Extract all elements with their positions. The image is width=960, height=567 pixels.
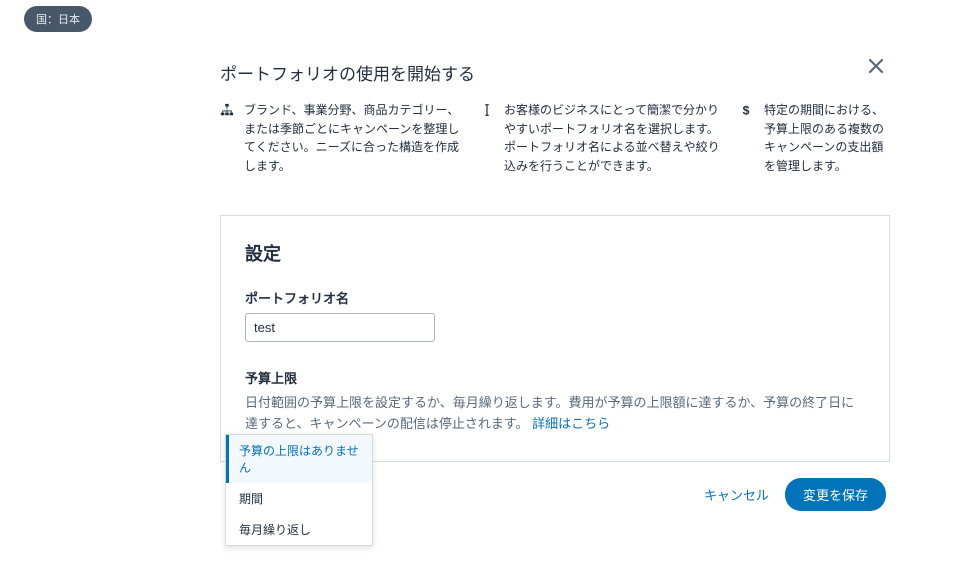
svg-text:$: $: [743, 103, 750, 117]
budget-cap-label: 予算上限: [245, 368, 865, 387]
name-field: ポートフォリオ名: [245, 288, 865, 342]
header-section: ポートフォリオの使用を開始する ブランド、事業分野、商品カテゴリー、または季節ご…: [220, 50, 890, 191]
tip-budget: $ 特定の期間における、予算上限のある複数のキャンペーンの支出額を管理します。: [740, 101, 890, 175]
tip-text: ブランド、事業分野、商品カテゴリー、または季節ごとにキャンペーンを整理してくださ…: [244, 101, 462, 175]
portfolio-name-label: ポートフォリオ名: [245, 288, 865, 307]
close-icon[interactable]: [868, 58, 884, 77]
portfolio-name-input[interactable]: [245, 313, 435, 342]
text-cursor-icon: [480, 101, 496, 175]
learn-more-link[interactable]: 詳細はこちら: [532, 416, 610, 431]
budget-section: 予算上限 日付範囲の予算上限を設定するか、毎月繰り返します。費用が予算の上限額に…: [245, 368, 865, 435]
page-title: ポートフォリオの使用を開始する: [220, 60, 890, 85]
sitemap-icon: [220, 101, 236, 175]
portfolio-editor: ポートフォリオの使用を開始する ブランド、事業分野、商品カテゴリー、または季節ご…: [220, 50, 890, 511]
cancel-button[interactable]: キャンセル: [704, 485, 769, 504]
settings-heading: 設定: [245, 240, 865, 266]
dollar-icon: $: [740, 101, 756, 175]
dropdown-item-date-range[interactable]: 期間: [226, 483, 372, 514]
budget-cap-description: 日付範囲の予算上限を設定するか、毎月繰り返します。費用が予算の上限額に達するか、…: [245, 393, 865, 435]
country-pill[interactable]: 国：日本: [24, 6, 92, 32]
tips-row: ブランド、事業分野、商品カテゴリー、または季節ごとにキャンペーンを整理してくださ…: [220, 101, 890, 175]
dropdown-item-no-budget-cap[interactable]: 予算の上限はありません: [226, 435, 372, 483]
settings-card: 設定 ポートフォリオ名 予算上限 日付範囲の予算上限を設定するか、毎月繰り返しま…: [220, 215, 890, 462]
dropdown-item-monthly[interactable]: 毎月繰り返し: [226, 514, 372, 545]
tip-naming: お客様のビジネスにとって簡潔で分かりやすいポートフォリオ名を選択します。ポートフ…: [480, 101, 722, 175]
budget-cap-dropdown[interactable]: 予算の上限はありません 期間 毎月繰り返し: [225, 434, 373, 546]
tip-organize: ブランド、事業分野、商品カテゴリー、または季節ごとにキャンペーンを整理してくださ…: [220, 101, 462, 175]
save-button[interactable]: 変更を保存: [785, 478, 886, 511]
tip-text: 特定の期間における、予算上限のある複数のキャンペーンの支出額を管理します。: [764, 101, 890, 175]
tip-text: お客様のビジネスにとって簡潔で分かりやすいポートフォリオ名を選択します。ポートフ…: [504, 101, 722, 175]
